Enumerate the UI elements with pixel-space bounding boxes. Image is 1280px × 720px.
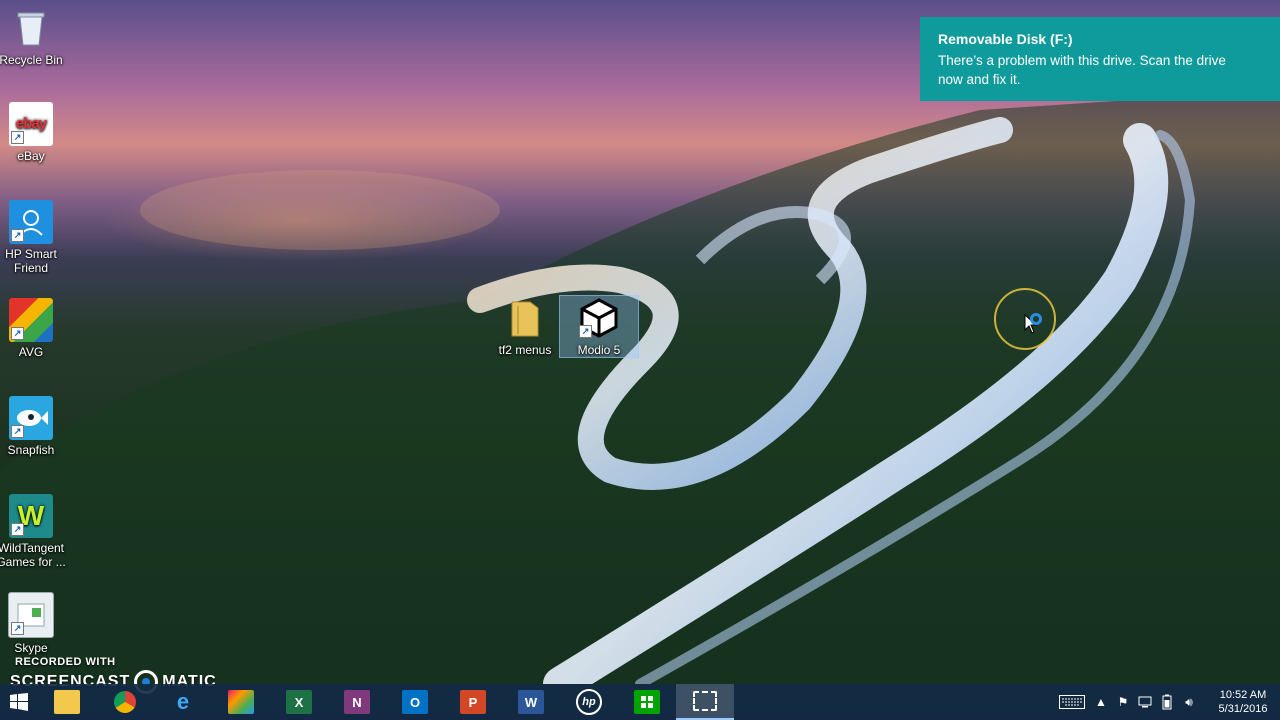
taskbar-excel[interactable]: X — [270, 684, 328, 720]
shortcut-arrow-icon: ↗ — [579, 325, 592, 338]
desktop: Recycle Bin ebay ↗ eBay ↗ HP Smart Frien… — [0, 0, 1280, 720]
taskbar-hp[interactable]: hp — [560, 684, 618, 720]
taskbar-photo-app[interactable] — [212, 684, 270, 720]
excel-icon: X — [286, 690, 312, 714]
ebay-shortcut[interactable]: ebay ↗ eBay — [0, 102, 70, 163]
modio-icon: ↗ — [577, 296, 621, 340]
start-button[interactable] — [0, 684, 38, 720]
photo-app-icon — [228, 690, 254, 714]
clock-time: 10:52 AM — [1219, 689, 1267, 701]
wildtangent-icon: W ↗ — [9, 494, 53, 538]
action-center-flag-icon[interactable]: ⚑ — [1112, 684, 1134, 720]
battery-icon[interactable] — [1156, 684, 1178, 720]
skype-shortcut[interactable]: ↗ Skype — [0, 592, 70, 655]
avg-shortcut[interactable]: ↗ AVG — [0, 298, 70, 359]
internet-explorer-icon: e — [176, 689, 190, 714]
tf2-menus-folder[interactable]: tf2 menus — [486, 296, 564, 357]
recycle-bin-shortcut[interactable]: Recycle Bin — [0, 6, 70, 67]
folder-icon — [503, 296, 547, 340]
outlook-icon: O — [402, 690, 428, 714]
volume-icon[interactable]: 🔊︎ — [1178, 684, 1200, 720]
selection-highlight: ↗ Modio 5 — [559, 295, 639, 358]
word-icon: W — [518, 690, 544, 714]
taskbar-onenote[interactable]: N — [328, 684, 386, 720]
taskbar-snipping-tool[interactable] — [676, 684, 734, 720]
hp-smart-friend-shortcut[interactable]: ↗ HP Smart Friend — [0, 200, 70, 275]
system-tray: ▲ ⚑ 🔊︎ 10:52 AM 5/31/2016 — [1054, 684, 1280, 720]
taskbar-outlook[interactable]: O — [386, 684, 444, 720]
ebay-icon: ebay ↗ — [9, 102, 53, 146]
busy-indicator-icon — [1030, 313, 1042, 325]
taskbar: e X N O P W hp ▲ ⚑ 🔊︎ 10:52 AM 5/31/2016 — [0, 684, 1280, 720]
shortcut-arrow-icon: ↗ — [11, 425, 24, 438]
desktop-icon-label: Snapfish — [7, 443, 55, 457]
notification-body: There’s a problem with this drive. Scan … — [938, 53, 1226, 87]
keyboard-icon[interactable] — [1054, 684, 1090, 720]
hp-icon: hp — [576, 689, 602, 715]
desktop-icon-label: WildTangent Games for ... — [0, 541, 66, 569]
desktop-icon-label: HP Smart Friend — [5, 247, 57, 275]
desktop-icon-label: Skype — [14, 641, 48, 655]
shortcut-arrow-icon: ↗ — [11, 523, 24, 536]
store-icon — [634, 690, 660, 714]
shortcut-arrow-icon: ↗ — [11, 622, 24, 635]
desktop-icon-label: Recycle Bin — [0, 53, 63, 67]
network-icon[interactable] — [1134, 684, 1156, 720]
chrome-icon — [114, 691, 136, 713]
drive-problem-notification[interactable]: Removable Disk (F:) There’s a problem wi… — [920, 17, 1280, 101]
powerpoint-icon: P — [460, 690, 486, 714]
desktop-icon-label: eBay — [17, 149, 45, 163]
clock-date: 5/31/2016 — [1218, 703, 1268, 715]
file-explorer-icon — [54, 690, 80, 714]
recycle-bin-icon — [9, 6, 53, 50]
taskbar-clock[interactable]: 10:52 AM 5/31/2016 — [1212, 688, 1274, 716]
taskbar-chrome[interactable] — [96, 684, 154, 720]
taskbar-store[interactable] — [618, 684, 676, 720]
wildtangent-shortcut[interactable]: W ↗ WildTangent Games for ... — [0, 494, 70, 569]
taskbar-internet-explorer[interactable]: e — [154, 684, 212, 720]
shortcut-arrow-icon: ↗ — [11, 229, 24, 242]
modio-5-shortcut[interactable]: ↗ Modio 5 — [559, 295, 639, 358]
avg-icon: ↗ — [9, 298, 53, 342]
shortcut-arrow-icon: ↗ — [11, 327, 24, 340]
taskbar-powerpoint[interactable]: P — [444, 684, 502, 720]
notification-title: Removable Disk (F:) — [938, 31, 1073, 47]
skype-icon: ↗ — [8, 592, 54, 638]
snipping-tool-icon — [693, 691, 717, 711]
wallpaper-light-trails — [0, 90, 1280, 684]
show-hidden-icons-icon[interactable]: ▲ — [1090, 684, 1112, 720]
taskbar-word[interactable]: W — [502, 684, 560, 720]
desktop-icon-label: Modio 5 — [577, 343, 621, 357]
snapfish-icon: ↗ — [9, 396, 53, 440]
desktop-icon-label: AVG — [18, 345, 44, 359]
start-icon — [10, 693, 28, 711]
taskbar-file-explorer[interactable] — [38, 684, 96, 720]
desktop-icon-label: tf2 menus — [498, 343, 552, 357]
snapfish-shortcut[interactable]: ↗ Snapfish — [0, 396, 70, 457]
hp-smart-friend-icon: ↗ — [9, 200, 53, 244]
onenote-icon: N — [344, 690, 370, 714]
shortcut-arrow-icon: ↗ — [11, 131, 24, 144]
